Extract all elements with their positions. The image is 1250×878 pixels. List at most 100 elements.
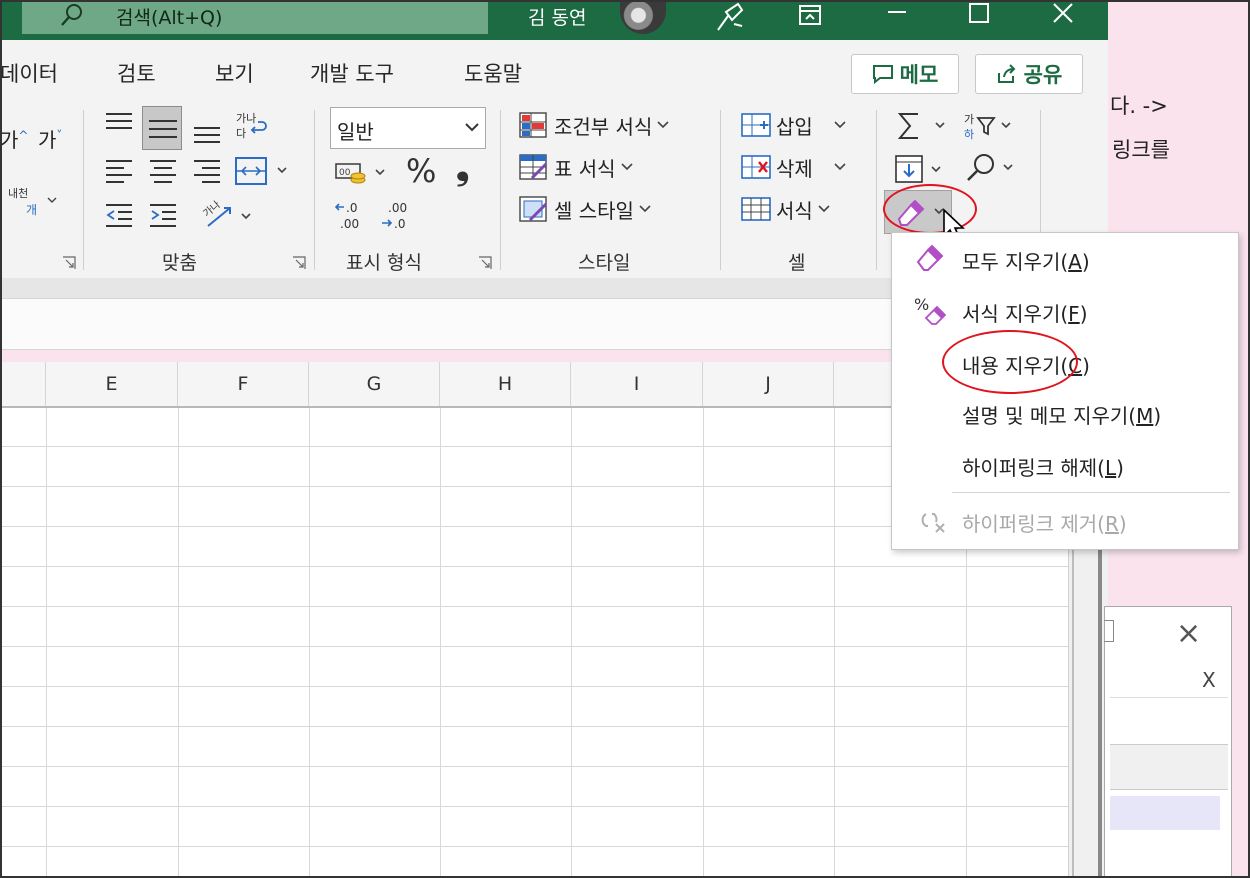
svg-text:개: 개 [26, 203, 37, 217]
memo-button[interactable]: 메모 [851, 54, 959, 94]
svg-text:다: 다 [236, 127, 246, 140]
clear-dropdown-menu [891, 232, 1239, 550]
align-top-icon[interactable] [104, 110, 134, 134]
tab-data[interactable]: 데이터 [0, 58, 58, 88]
orientation-icon[interactable]: 가나 [200, 198, 260, 232]
clear-format-icon: % [914, 295, 946, 325]
menu-item-clear-all[interactable]: 모두 지우기(A) [962, 246, 1090, 275]
cell-styles-icon [519, 196, 548, 222]
chevron-down-icon [465, 123, 479, 132]
column-header-j[interactable]: J [703, 362, 834, 406]
align-center-icon[interactable] [148, 158, 178, 184]
autosum-icon[interactable] [896, 110, 950, 142]
increase-decimal-icon[interactable]: .0 .00 [334, 198, 368, 232]
conditional-formatting-button[interactable]: 조건부 서식 [518, 110, 670, 140]
svg-text:하: 하 [964, 127, 974, 141]
highlight-ring-clear-contents [942, 330, 1078, 394]
background-dialog-x[interactable]: X [1202, 668, 1216, 692]
tab-developer[interactable]: 개발 도구 [310, 58, 394, 88]
background-dialog [1104, 606, 1232, 878]
ribbon-display-icon[interactable] [792, 0, 828, 36]
background-dialog-close[interactable]: × [1176, 616, 1201, 651]
number-dialog-launcher-icon[interactable] [478, 256, 492, 270]
comment-icon [872, 65, 893, 84]
number-format-select[interactable]: 일반 [330, 107, 486, 149]
sort-filter-icon[interactable]: 가 하 [962, 110, 1018, 142]
eraser-icon [916, 244, 944, 271]
font-dialog-launcher-icon[interactable] [62, 256, 76, 270]
chevron-down-icon [620, 163, 633, 171]
search-placeholder[interactable]: 검색(Alt+Q) [116, 3, 222, 30]
column-header-f[interactable]: F [178, 362, 309, 406]
menu-item-clear-hyperlinks[interactable]: 하이퍼링크 해제(L) [962, 452, 1124, 481]
decrease-decimal-icon[interactable]: .00 .0 [380, 198, 414, 232]
align-bottom-icon[interactable] [192, 118, 222, 146]
background-dialog-selected-row [1110, 796, 1220, 830]
font-size-increase-button[interactable]: 가^ [0, 124, 28, 153]
decrease-indent-icon[interactable] [104, 202, 134, 228]
format-cells-label: 서식 [776, 198, 813, 223]
column-header-i[interactable]: I [571, 362, 703, 406]
number-format-value: 일반 [337, 120, 374, 144]
minimize-icon[interactable] [880, 0, 916, 36]
memo-label: 메모 [899, 63, 939, 87]
wrap-text-icon[interactable]: 가나 다 [234, 108, 270, 144]
format-cells-icon [741, 197, 771, 221]
format-as-table-button[interactable]: 표 서식 [518, 152, 634, 182]
fill-icon[interactable] [894, 152, 950, 186]
svg-text:.00: .00 [388, 201, 407, 215]
share-button[interactable]: 공유 [975, 54, 1083, 94]
align-left-icon[interactable] [104, 158, 134, 184]
svg-text:내천: 내천 [8, 186, 28, 200]
tab-view[interactable]: 보기 [215, 58, 254, 88]
percent-style-button[interactable]: % [406, 152, 436, 190]
chevron-down-icon [834, 121, 846, 129]
remove-link-icon [921, 513, 945, 533]
comma-style-button[interactable]: ❟ [456, 148, 469, 188]
column-header-h[interactable]: H [440, 362, 571, 406]
search-box[interactable] [22, 0, 488, 34]
menu-item-clear-comments[interactable]: 설명 및 메모 지우기(M) [962, 400, 1161, 429]
svg-text:.00: .00 [340, 217, 359, 231]
background-text-line-1: 다. -> [1110, 94, 1168, 118]
column-header-g[interactable]: G [309, 362, 440, 406]
column-header-e[interactable]: E [46, 362, 178, 406]
background-dialog-restore-icon [1104, 620, 1114, 642]
close-icon[interactable] [1046, 0, 1082, 36]
group-label-cells: 셀 [788, 252, 806, 274]
accounting-format-icon[interactable]: 00 [334, 158, 394, 190]
insert-cells-button[interactable]: 삽입 [740, 110, 847, 140]
chevron-down-icon [639, 205, 651, 213]
background-text-line-2: 링크를 [1112, 138, 1170, 162]
menu-item-remove-hyperlinks: 하이퍼링크 제거(R) [962, 512, 1127, 536]
tab-help[interactable]: 도움말 [464, 58, 522, 88]
chevron-down-icon [834, 163, 846, 171]
alignment-dialog-launcher-icon[interactable] [292, 256, 306, 270]
svg-text:가나: 가나 [236, 112, 256, 125]
menu-item-clear-formats[interactable]: 서식 지우기(F) [962, 298, 1088, 327]
align-middle-button[interactable] [142, 106, 182, 150]
find-select-icon[interactable] [964, 150, 1020, 184]
group-separator [720, 110, 721, 270]
merge-center-icon[interactable] [234, 156, 294, 188]
font-size-decrease-button[interactable]: 가˅ [38, 124, 62, 153]
svg-text:%: % [914, 295, 929, 314]
insert-cells-icon [741, 113, 771, 137]
conditional-formatting-icon [519, 112, 547, 138]
maximize-icon[interactable] [962, 0, 998, 36]
delete-cells-button[interactable]: 삭제 [740, 152, 847, 182]
phonetic-guide-icon[interactable]: 내천 개 [8, 184, 62, 218]
increase-indent-icon[interactable] [148, 202, 178, 228]
cell-styles-button[interactable]: 셀 스타일 [518, 194, 652, 224]
share-icon [997, 64, 1016, 83]
coauthoring-icon[interactable] [712, 0, 748, 36]
menu-separator [952, 492, 1230, 493]
align-middle-icon [149, 120, 177, 138]
user-name[interactable]: 김 동연 [528, 3, 586, 30]
group-label-number: 표시 형식 [346, 252, 422, 274]
format-cells-button[interactable]: 서식 [740, 194, 831, 224]
align-right-icon[interactable] [192, 158, 222, 184]
column-header-d[interactable] [0, 362, 46, 406]
svg-text:가: 가 [964, 113, 974, 126]
tab-review[interactable]: 검토 [117, 58, 156, 88]
